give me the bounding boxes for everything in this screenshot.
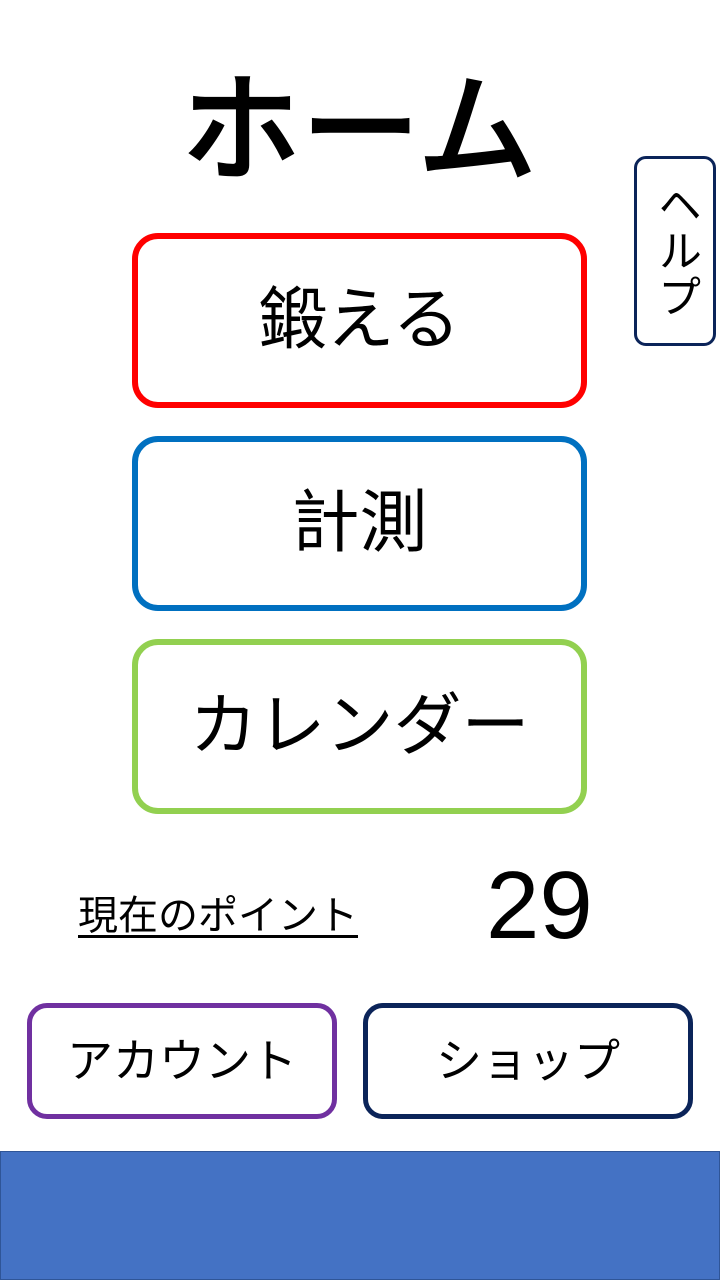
current-points-label: 現在のポイント: [78, 893, 358, 939]
bottom-bar: [0, 1151, 720, 1280]
calendar-button-label: カレンダー: [189, 686, 530, 766]
train-button[interactable]: 鍛える: [132, 233, 587, 408]
current-points-value: 29: [486, 852, 593, 959]
measure-button-label: 計測: [291, 483, 428, 563]
train-button-label: 鍛える: [258, 280, 461, 360]
measure-button[interactable]: 計測: [132, 436, 587, 611]
shop-button-label: ショップ: [436, 1034, 620, 1088]
shop-button[interactable]: ショップ: [363, 1003, 693, 1119]
help-button-label: ヘルプ: [650, 182, 701, 320]
account-button-label: アカウント: [67, 1034, 297, 1088]
help-button[interactable]: ヘルプ: [634, 156, 716, 346]
calendar-button[interactable]: カレンダー: [132, 639, 587, 814]
page-title: ホーム: [181, 61, 539, 199]
account-button[interactable]: アカウント: [27, 1003, 337, 1119]
